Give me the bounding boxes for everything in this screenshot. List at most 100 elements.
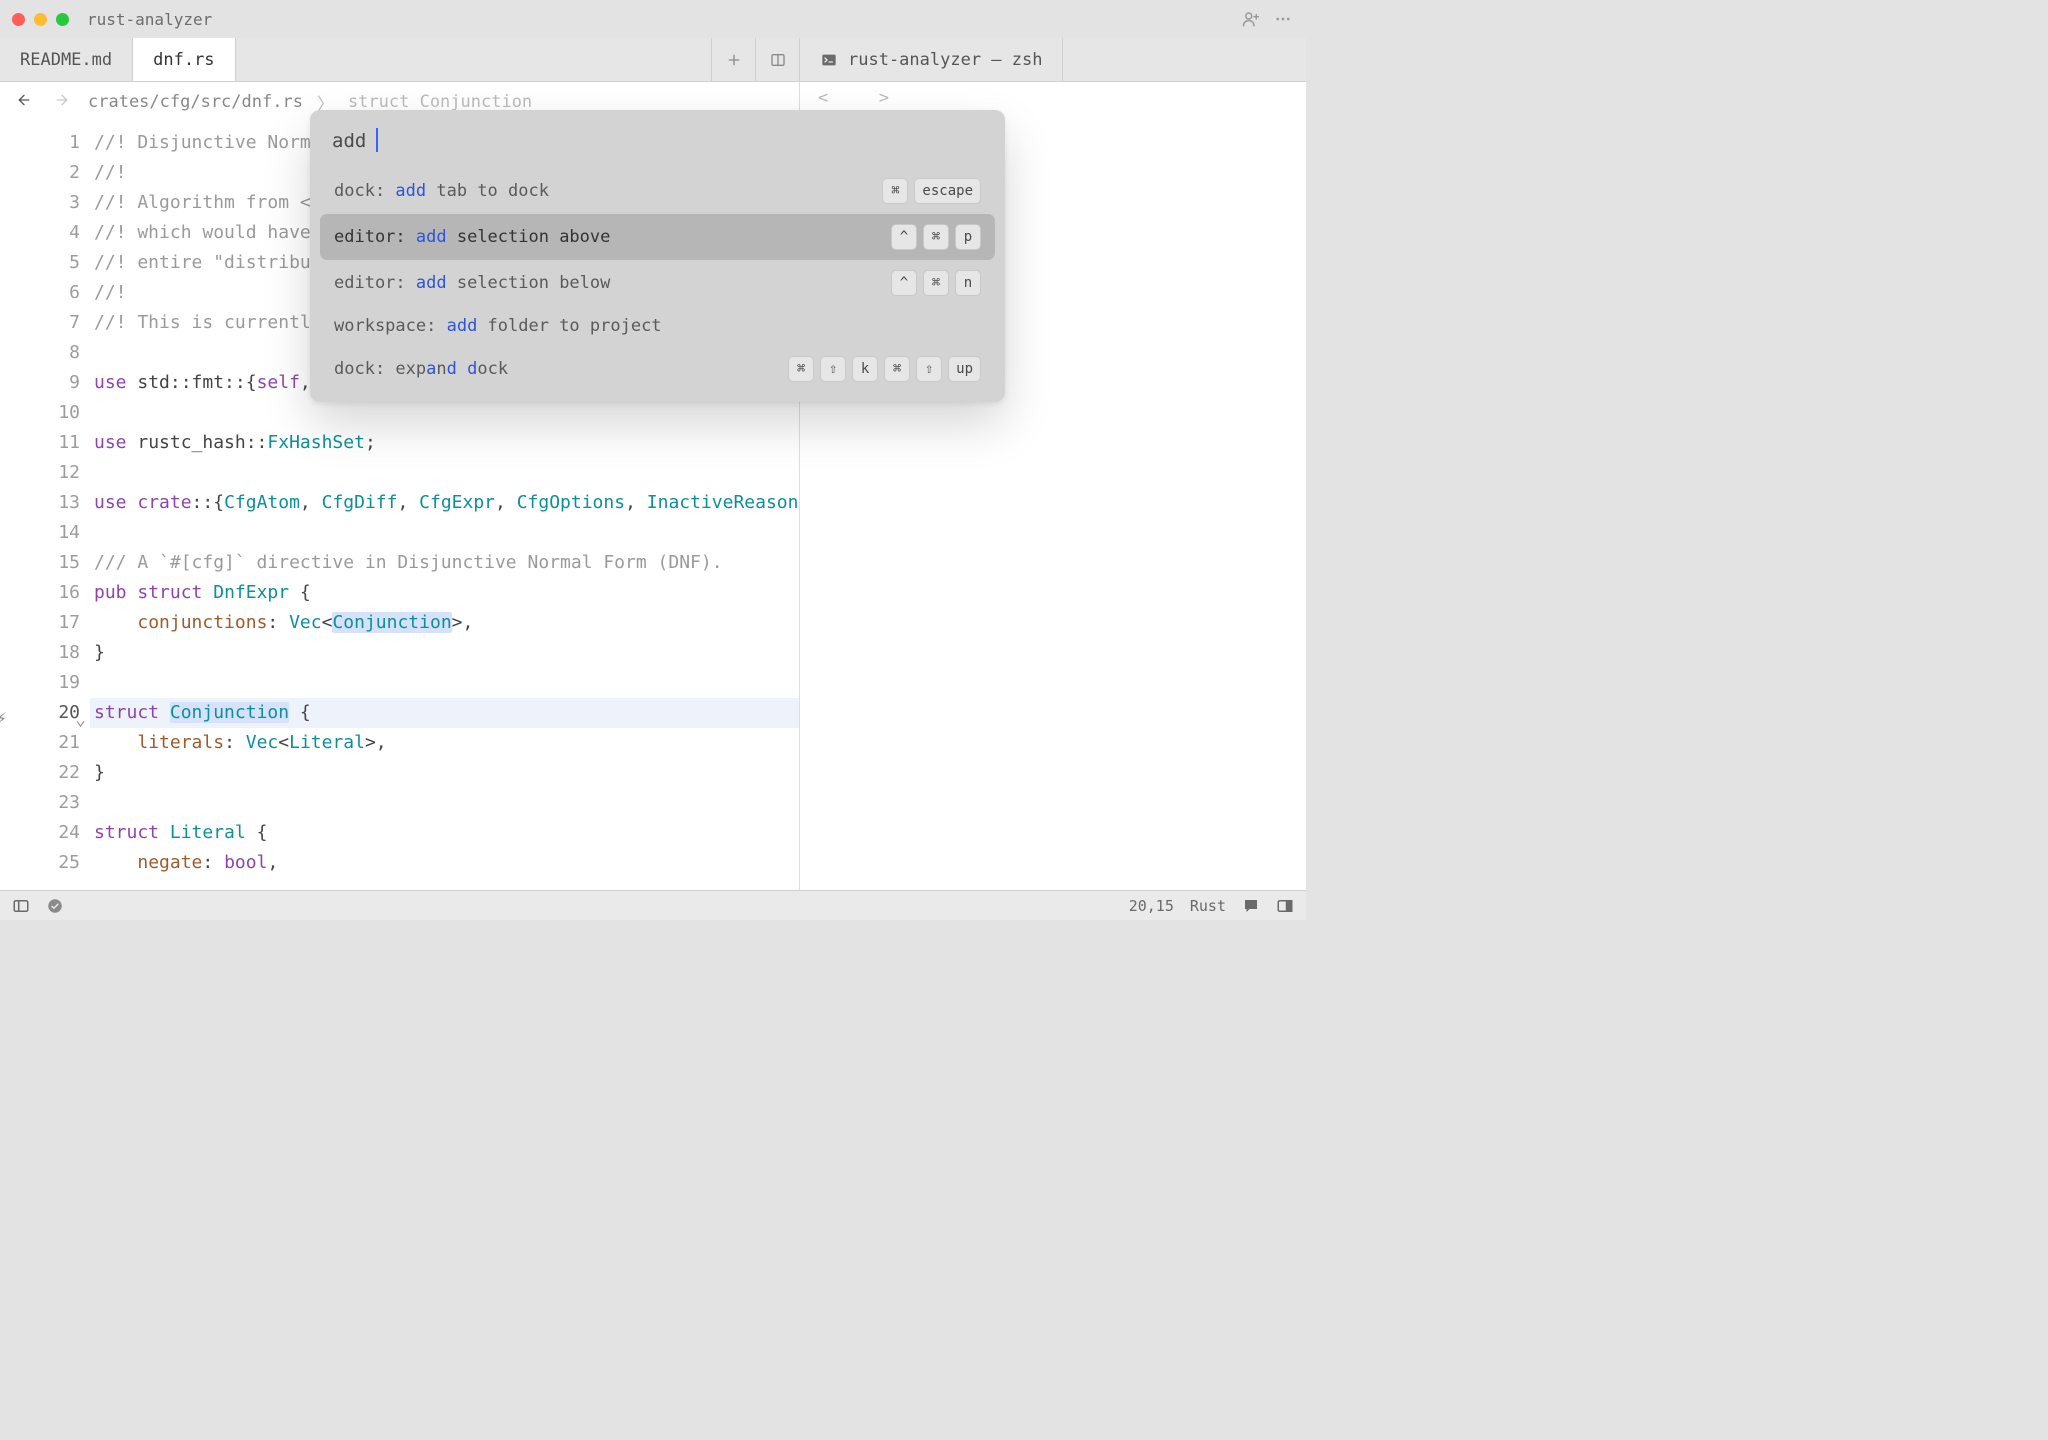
palette-item-keys: ^⌘n [891,270,981,296]
gutter-line[interactable]: 21 [4,728,80,758]
key-hint: ⌘ [788,356,814,382]
new-tab-button[interactable] [712,38,756,81]
palette-item[interactable]: dock: add tab to dock ⌘escape [320,168,995,214]
code-line[interactable] [90,668,799,698]
code-line[interactable]: pub struct DnfExpr { [90,578,799,608]
key-hint: ^ [891,224,917,250]
key-hint: escape [914,178,981,204]
palette-results: dock: add tab to dock⌘escapeeditor: add … [320,168,995,392]
gutter-line[interactable]: 10 [4,398,80,428]
status-bar: 20,15 Rust [0,890,1306,920]
code-line[interactable]: /// A `#[cfg]` directive in Disjunctive … [90,548,799,578]
gutter-line[interactable]: 24 [4,818,80,848]
code-line[interactable] [90,518,799,548]
gutter-line[interactable]: 19 [4,668,80,698]
command-palette[interactable]: add dock: add tab to dock⌘escapeeditor: … [310,110,1005,402]
minimize-window[interactable] [34,13,47,26]
key-hint: ⌘ [923,270,949,296]
gutter-line[interactable]: 12 [4,458,80,488]
palette-item[interactable]: editor: add selection above ^⌘p [320,214,995,260]
right-panel-toggle-icon[interactable] [1276,897,1294,915]
palette-item[interactable]: workspace: add folder to project [320,306,995,346]
code-line[interactable]: } [90,758,799,788]
split-pane-button[interactable] [756,38,800,81]
traffic-lights [12,13,69,26]
code-line[interactable] [90,458,799,488]
gutter-line[interactable]: 14 [4,518,80,548]
gutter-line[interactable]: 17 [4,608,80,638]
zoom-window[interactable] [56,13,69,26]
close-window[interactable] [12,13,25,26]
breadcrumb-path[interactable]: crates/cfg/src/dnf.rs [88,92,303,112]
feedback-icon[interactable] [1242,897,1260,915]
palette-item-label: workspace: add folder to project [334,316,662,336]
key-hint: ^ [891,270,917,296]
breadcrumb-symbol[interactable]: struct Conjunction [348,92,532,112]
key-hint: ⇧ [820,356,846,382]
palette-item-label: editor: add selection below [334,273,610,293]
palette-query: add [332,130,366,152]
key-hint: ⌘ [882,178,908,204]
code-line[interactable] [90,788,799,818]
gutter-line[interactable]: 8 [4,338,80,368]
tab-terminal[interactable]: rust-analyzer — zsh [800,38,1063,81]
gutter-line[interactable]: 11 [4,428,80,458]
gutter-line[interactable]: 7 [4,308,80,338]
key-hint: ⌘ [923,224,949,250]
palette-item[interactable]: editor: add selection below ^⌘n [320,260,995,306]
key-hint: k [852,356,878,382]
palette-item-label: dock: add tab to dock [334,181,549,201]
window-title: rust-analyzer [87,10,212,29]
tabs-row: README.md dnf.rs rust-analyzer — zsh [0,38,1306,82]
gutter-line[interactable]: 15 [4,548,80,578]
nav-forward-button[interactable] [50,88,74,117]
gutter-line[interactable]: 22 [4,758,80,788]
tab-terminal-label: rust-analyzer — zsh [848,50,1042,70]
gutter-line[interactable]: 1 [4,128,80,158]
gutter-line[interactable]: 25 [4,848,80,878]
palette-item-label: editor: add selection above [334,227,610,247]
palette-item[interactable]: dock: expand dock ⌘⇧k⌘⇧up [320,346,995,392]
code-line[interactable]: struct Literal { [90,818,799,848]
code-line[interactable]: use rustc_hash::FxHashSet; [90,428,799,458]
nav-back-button[interactable] [12,88,36,117]
tab-readme[interactable]: README.md [0,38,133,81]
gutter-line[interactable]: 4 [4,218,80,248]
terminal-icon [820,52,838,68]
key-hint: p [955,224,981,250]
gutter-line[interactable]: 2 [4,158,80,188]
gutter-line[interactable]: 23 [4,788,80,818]
code-line[interactable]: negate: bool, [90,848,799,878]
gutter-line[interactable]: 5 [4,248,80,278]
gutter-line[interactable]: ⚡⌄20 [4,698,80,728]
tab-dnf-rs[interactable]: dnf.rs [133,38,235,81]
status-language[interactable]: Rust [1190,897,1226,915]
menu-dots-icon[interactable] [1274,10,1292,28]
gutter-line[interactable]: 13 [4,488,80,518]
code-line[interactable]: struct Conjunction { [90,698,799,728]
code-line[interactable]: literals: Vec<Literal>, [90,728,799,758]
gutter: 12345678910111213141516171819⚡⌄202122232… [0,122,90,890]
project-panel-icon[interactable] [12,897,30,915]
key-hint: ⌘ [884,356,910,382]
editor-tabs: README.md dnf.rs [0,38,800,81]
code-line[interactable]: conjunctions: Vec<Conjunction>, [90,608,799,638]
palette-item-keys: ^⌘p [891,224,981,250]
add-collaborator-icon[interactable] [1242,10,1260,28]
code-line[interactable] [90,398,799,428]
gutter-line[interactable]: 9 [4,368,80,398]
gutter-line[interactable]: 6 [4,278,80,308]
gutter-line[interactable]: 3 [4,188,80,218]
terminal-nav-arrows[interactable]: < > [800,82,1306,108]
palette-item-label: dock: expand dock [334,359,508,379]
tabs-filler [236,38,712,81]
diagnostics-ok-icon[interactable] [46,897,64,915]
code-line[interactable]: use crate::{CfgAtom, CfgDiff, CfgExpr, C… [90,488,799,518]
status-cursor-pos[interactable]: 20,15 [1129,897,1174,915]
palette-input[interactable]: add [320,120,995,168]
code-line[interactable]: } [90,638,799,668]
palette-item-keys: ⌘⇧k⌘⇧up [788,356,981,382]
gutter-line[interactable]: 18 [4,638,80,668]
key-hint: ⇧ [916,356,942,382]
gutter-line[interactable]: 16 [4,578,80,608]
